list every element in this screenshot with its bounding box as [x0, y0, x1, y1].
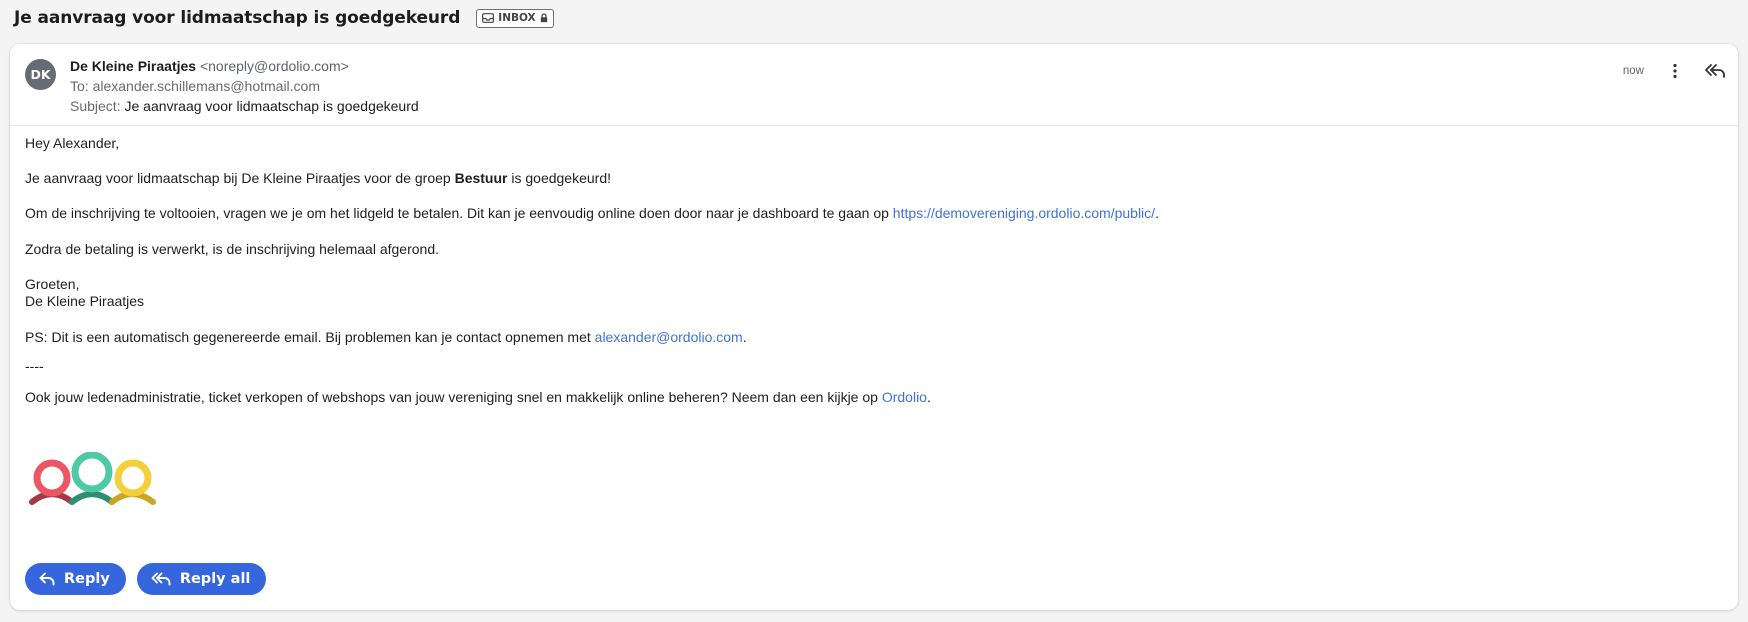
reply-all-icon: [151, 572, 171, 586]
inbox-icon: [482, 13, 495, 23]
message-meta: De Kleine Piraatjes <noreply@ordolio.com…: [70, 56, 419, 116]
message-header-actions: now: [1623, 59, 1728, 83]
to-line: To: alexander.schillemans@hotmail.com: [70, 76, 419, 96]
divider-text: ----: [25, 358, 44, 374]
promo-paragraph: Ook jouw ledenadministratie, ticket verk…: [25, 389, 931, 405]
message-card: DK De Kleine Piraatjes <noreply@ordolio.…: [10, 44, 1738, 610]
more-vertical-icon: [1673, 63, 1677, 79]
ordolio-link[interactable]: Ordolio: [882, 389, 927, 405]
subject-line: Subject: Je aanvraag voor lidmaatschap i…: [70, 96, 419, 116]
reply-button[interactable]: Reply: [25, 563, 126, 595]
subject-header: Je aanvraag voor lidmaatschap is goedgek…: [14, 6, 554, 30]
page-title: Je aanvraag voor lidmaatschap is goedgek…: [14, 8, 461, 28]
reply-actions: Reply Reply all: [25, 563, 267, 595]
recipient-email[interactable]: alexander.schillemans@hotmail.com: [93, 78, 320, 94]
contact-email-link[interactable]: alexander@ordolio.com: [595, 329, 743, 345]
avatar: DK: [25, 59, 56, 90]
to-label: To:: [70, 78, 89, 94]
more-options-button[interactable]: [1662, 58, 1688, 84]
timestamp: now: [1622, 65, 1644, 77]
subject-label: Subject:: [70, 98, 121, 114]
group-name: Bestuur: [454, 170, 508, 186]
greeting: Hey Alexander,: [25, 135, 120, 151]
subject-value: Je aanvraag voor lidmaatschap is goedgek…: [124, 98, 419, 114]
reply-icon: [39, 572, 55, 586]
sender-email[interactable]: <noreply@ordolio.com>: [200, 58, 349, 74]
inbox-badge[interactable]: INBOX: [476, 8, 554, 28]
payment-paragraph: Om de inschrijving te voltooien, vragen …: [25, 205, 1159, 221]
sender-name[interactable]: De Kleine Piraatjes: [70, 58, 196, 74]
from-line: De Kleine Piraatjes <noreply@ordolio.com…: [70, 56, 419, 76]
ps-paragraph: PS: Dit is een automatisch gegenereerde …: [25, 329, 747, 345]
signature: De Kleine Piraatjes: [25, 293, 145, 309]
lock-icon: [540, 13, 547, 23]
completion-paragraph: Zodra de betaling is verwerkt, is de ins…: [25, 241, 439, 257]
inbox-badge-label: INBOX: [498, 12, 536, 24]
dashboard-link[interactable]: https://demovereniging.ordolio.com/publi…: [893, 205, 1155, 221]
reply-all-icon: [1705, 64, 1725, 78]
reply-button-label: Reply: [64, 571, 110, 587]
ordolio-logo: [29, 452, 156, 505]
message-header: DK De Kleine Piraatjes <noreply@ordolio.…: [10, 44, 1738, 126]
reply-all-button[interactable]: Reply all: [136, 563, 267, 595]
reply-all-header-button[interactable]: [1702, 58, 1728, 84]
reply-all-button-label: Reply all: [179, 571, 251, 587]
approval-paragraph: Je aanvraag voor lidmaatschap bij De Kle…: [25, 170, 612, 186]
